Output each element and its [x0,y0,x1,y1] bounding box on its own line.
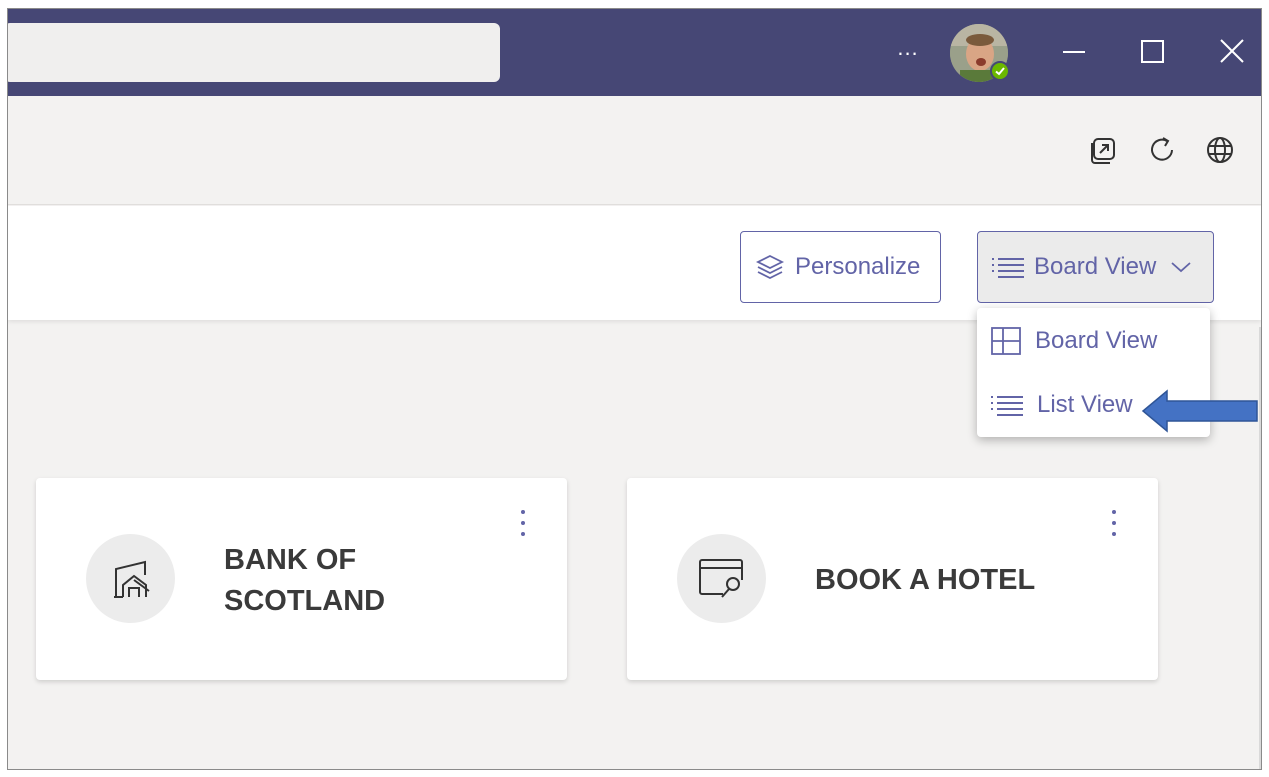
board-view-icon [991,327,1021,355]
search-box[interactable] [8,23,500,82]
app-card-book-a-hotel[interactable]: BOOK A HOTEL [627,478,1158,680]
personalize-label: Personalize [795,253,921,280]
card-title-line: BOOK A HOTEL [815,564,1036,596]
card-title: BANK OF SCOTLAND [224,540,424,622]
list-icon [992,258,1024,278]
app-window: ... Personalize Board View Board View Li… [7,8,1262,770]
annotation-arrow-icon [1141,389,1258,433]
globe-icon[interactable] [1204,134,1236,166]
presence-status-icon [990,61,1010,81]
chevron-down-icon [1171,262,1191,273]
close-icon[interactable] [1212,31,1252,71]
app-toolbar [8,96,1261,205]
building-icon [113,560,150,598]
more-options-button[interactable]: ... [893,33,923,63]
list-view-icon [991,396,1023,416]
scrollbar-track[interactable] [1259,327,1261,769]
card-more-icon[interactable] [515,506,531,546]
menu-item-label: List View [1037,391,1133,418]
layers-icon [755,254,785,280]
title-bar: ... [8,9,1261,96]
menu-item-board-view[interactable]: Board View [977,311,1210,371]
view-switcher-label: Board View [1034,253,1157,280]
card-icon-circle [677,534,766,623]
card-title-line: BANK OF [224,544,357,576]
browser-search-icon [698,558,745,598]
card-title: BOOK A HOTEL [815,560,1095,601]
refresh-icon[interactable] [1146,134,1178,166]
page-header: Personalize Board View [8,206,1261,320]
view-switcher-button[interactable]: Board View [977,231,1214,303]
maximize-icon[interactable] [1133,31,1173,71]
app-card-bank-of-scotland[interactable]: BANK OF SCOTLAND [36,478,567,680]
personalize-button[interactable]: Personalize [740,231,941,303]
menu-item-label: Board View [1035,327,1158,354]
minimize-icon[interactable] [1054,31,1094,71]
card-icon-circle [86,534,175,623]
pop-out-icon[interactable] [1088,134,1120,166]
card-more-icon[interactable] [1106,506,1122,546]
card-title-line: SCOTLAND [224,585,386,617]
